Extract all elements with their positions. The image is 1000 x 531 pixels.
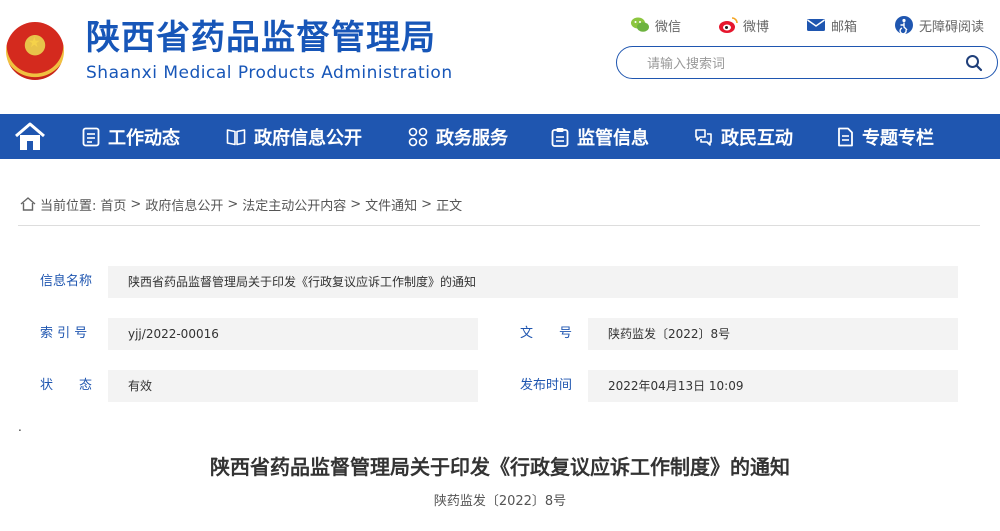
breadcrumb-link-gov-info[interactable]: 政府信息公开: [145, 195, 223, 214]
site-header: ★ 陕西省药品监督管理局 Shaanxi Medical Products Ad…: [0, 0, 1000, 114]
main-nav: 工作动态 政府信息公开 政务服务 监管信息 政民互动 专题专栏: [0, 114, 1000, 159]
breadcrumb-prefix: 当前位置:: [40, 198, 97, 214]
site-title-cn[interactable]: 陕西省药品监督管理局: [86, 18, 436, 58]
document-list-icon: [82, 127, 100, 146]
weibo-link[interactable]: 微博: [718, 15, 769, 35]
home-icon[interactable]: [14, 122, 46, 152]
wechat-label: 微信: [655, 19, 682, 35]
nav-label: 政民互动: [721, 127, 793, 149]
breadcrumb: 当前位置: 首页 > 政府信息公开 > 法定主动公开内容 > 文件通知 > 正文: [20, 194, 466, 214]
info-status-label: 状 态: [40, 378, 93, 393]
top-links: 微信 微博 邮箱 无障碍阅读: [630, 15, 990, 35]
info-name-label: 信息名称: [40, 274, 93, 289]
info-docno-value: 陕药监发〔2022〕8号: [588, 318, 958, 350]
info-date-label: 发布时间: [520, 378, 573, 393]
nav-item-special-topics[interactable]: 专题专栏: [836, 114, 934, 159]
mail-label: 邮箱: [831, 19, 858, 35]
weibo-icon: [719, 17, 738, 33]
national-emblem-icon: ★: [6, 22, 64, 80]
info-index-label: 索 引 号: [40, 326, 88, 341]
breadcrumb-link-home[interactable]: 首页: [100, 195, 126, 214]
info-date-value: 2022年04月13日 10:09: [588, 370, 958, 402]
accessibility-link[interactable]: 无障碍阅读: [894, 15, 984, 35]
book-icon: [226, 128, 246, 145]
divider: [18, 225, 980, 226]
nav-label: 工作动态: [108, 127, 180, 149]
nav-item-regulatory-info[interactable]: 监管信息: [551, 114, 649, 159]
document-icon: [838, 127, 853, 146]
nav-label: 监管信息: [577, 127, 649, 149]
nav-label: 政府信息公开: [254, 127, 362, 149]
wechat-link[interactable]: 微信: [630, 15, 681, 35]
info-name-value: 陕西省药品监督管理局关于印发《行政复议应诉工作制度》的通知: [108, 266, 958, 298]
site-title-en[interactable]: Shaanxi Medical Products Administration: [86, 62, 453, 84]
article-title: 陕西省药品监督管理局关于印发《行政复议应诉工作制度》的通知: [210, 455, 790, 479]
content-marker: .: [18, 420, 22, 434]
breadcrumb-separator: >: [130, 196, 142, 212]
grid-icon: [408, 127, 428, 146]
interaction-icon: [695, 128, 712, 146]
clipboard-icon: [551, 127, 569, 147]
breadcrumb-separator: >: [227, 196, 239, 212]
home-small-icon: [20, 197, 36, 211]
breadcrumb-link-notices[interactable]: 文件通知: [365, 195, 417, 214]
mail-icon: [807, 19, 825, 31]
breadcrumb-separator: >: [421, 196, 433, 212]
breadcrumb-link-public-content[interactable]: 法定主动公开内容: [242, 195, 346, 214]
nav-label: 政务服务: [436, 127, 508, 149]
search-icon[interactable]: [965, 54, 983, 72]
nav-item-gov-services[interactable]: 政务服务: [408, 114, 508, 159]
breadcrumb-current: 正文: [436, 198, 463, 214]
search-input[interactable]: [645, 53, 949, 75]
accessibility-icon: [895, 16, 913, 34]
breadcrumb-separator: >: [350, 196, 362, 212]
info-status-value: 有效: [108, 370, 478, 402]
info-index-value: yjj/2022-00016: [108, 318, 478, 350]
accessibility-label: 无障碍阅读: [919, 19, 985, 35]
article-doc-number: 陕药监发〔2022〕8号: [433, 494, 567, 509]
nav-item-interaction[interactable]: 政民互动: [693, 114, 793, 159]
weibo-label: 微博: [743, 19, 770, 35]
mail-link[interactable]: 邮箱: [806, 15, 857, 35]
nav-item-work-news[interactable]: 工作动态: [82, 114, 180, 159]
info-docno-label: 文 号: [520, 326, 573, 341]
search-box: [616, 46, 998, 79]
nav-label: 专题专栏: [862, 127, 934, 149]
nav-item-gov-info[interactable]: 政府信息公开: [226, 114, 362, 159]
wechat-icon: [631, 17, 649, 32]
